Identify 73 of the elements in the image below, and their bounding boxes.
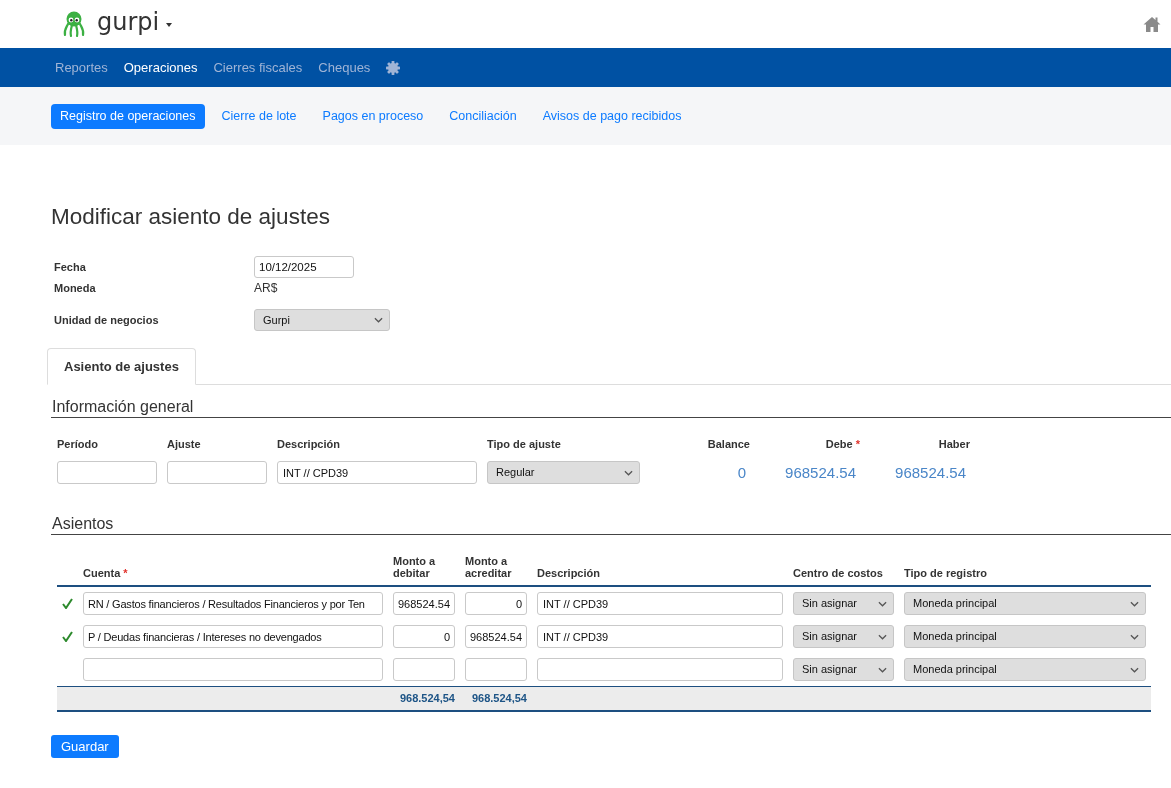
home-icon[interactable] <box>1143 16 1161 32</box>
octopus-icon[interactable] <box>63 10 85 38</box>
tab[interactable]: Asiento de ajustes <box>47 348 196 385</box>
total-value: 968.524,54 <box>398 691 455 707</box>
input-field[interactable] <box>537 658 783 681</box>
dropdown[interactable]: Moneda principal <box>904 592 1146 615</box>
column-header: Monto a debitar <box>393 555 437 579</box>
dropdown[interactable]: Sin asignar <box>793 658 894 681</box>
chevron-down-icon <box>1130 600 1139 607</box>
total-value: 968.524,54 <box>470 691 527 707</box>
amount-value: 0 <box>736 463 747 483</box>
input-field[interactable]: 0 <box>465 592 527 615</box>
dropdown[interactable]: Sin asignar <box>793 625 894 648</box>
chevron-down-icon <box>1130 666 1139 673</box>
subnav-tab[interactable]: Registro de operaciones <box>51 103 205 129</box>
column-header: Descripción <box>537 567 601 579</box>
chevron-down-icon <box>1130 633 1139 640</box>
field-label: Debe * <box>824 437 860 451</box>
nav-link[interactable]: Reportes <box>55 57 108 78</box>
field-label: Haber <box>937 437 970 451</box>
column-header: Centro de costos <box>793 567 884 579</box>
column-header: Monto a acreditar <box>465 555 513 579</box>
brand-name[interactable]: gurpi <box>97 8 160 36</box>
dropdown[interactable]: Regular <box>487 461 640 484</box>
amount-value: 968524.54 <box>894 463 967 483</box>
field-value: AR$ <box>254 280 278 297</box>
input-field[interactable]: 0 <box>393 625 455 648</box>
nav-link[interactable]: Operaciones <box>123 57 198 78</box>
input-field[interactable]: INT // CPD39 <box>537 592 783 615</box>
field-label: Fecha <box>54 259 87 275</box>
field-label: Descripción <box>277 437 341 451</box>
field-label: Ajuste <box>167 437 202 451</box>
nav-link[interactable]: Cierres fiscales <box>213 57 303 78</box>
chevron-down-icon <box>878 666 887 673</box>
column-header: Tipo de registro <box>904 567 988 579</box>
subnav-tab[interactable]: Cierre de lote <box>212 103 306 129</box>
chevron-down-icon <box>878 600 887 607</box>
dropdown[interactable]: Gurpi <box>254 309 390 331</box>
settings-icon[interactable] <box>386 60 401 75</box>
input-field[interactable] <box>83 658 383 681</box>
input-field[interactable] <box>393 658 455 681</box>
input-field[interactable]: P / Deudas financieras / Intereses no devengados <box>83 625 383 648</box>
field-label: Período <box>57 437 99 451</box>
subnav-tab[interactable]: Avisos de pago recibidos <box>533 103 691 129</box>
input-field[interactable]: 10/12/2025 <box>254 256 354 278</box>
amount-value: 968524.54 <box>784 463 857 483</box>
input-field[interactable]: RN / Gastos financieros / Resultados Financieros y por Ten <box>83 592 383 615</box>
page-title: Modificar asiento de ajustes <box>51 203 331 231</box>
field-label: Unidad de negocios <box>54 312 160 328</box>
field-label: Tipo de ajuste <box>487 437 562 451</box>
save-button[interactable]: Guardar <box>51 735 119 758</box>
chevron-down-icon <box>878 633 887 640</box>
dropdown[interactable]: Moneda principal <box>904 658 1146 681</box>
input-field[interactable]: 968524.54 <box>393 592 455 615</box>
input-field[interactable] <box>167 461 267 484</box>
input-field[interactable] <box>57 461 157 484</box>
nav-link[interactable]: Cheques <box>318 57 371 78</box>
subnav-tab[interactable]: Conciliación <box>440 103 526 129</box>
field-label: Moneda <box>54 280 97 296</box>
chevron-down-icon <box>374 317 383 323</box>
input-field[interactable] <box>465 658 527 681</box>
field-label: Balance <box>706 437 750 451</box>
input-field[interactable]: 968524.54 <box>465 625 527 648</box>
subnav-tab[interactable]: Pagos en proceso <box>313 103 433 129</box>
column-header: Cuenta * <box>83 567 129 579</box>
caret-icon[interactable] <box>166 23 173 27</box>
section-heading: Asientos <box>51 515 1171 535</box>
input-field[interactable]: INT // CPD39 <box>537 625 783 648</box>
section-heading: Información general <box>51 398 1171 418</box>
chevron-down-icon <box>624 469 633 476</box>
input-field[interactable]: INT // CPD39 <box>277 461 477 484</box>
dropdown[interactable]: Sin asignar <box>793 592 894 615</box>
dropdown[interactable]: Moneda principal <box>904 625 1146 648</box>
